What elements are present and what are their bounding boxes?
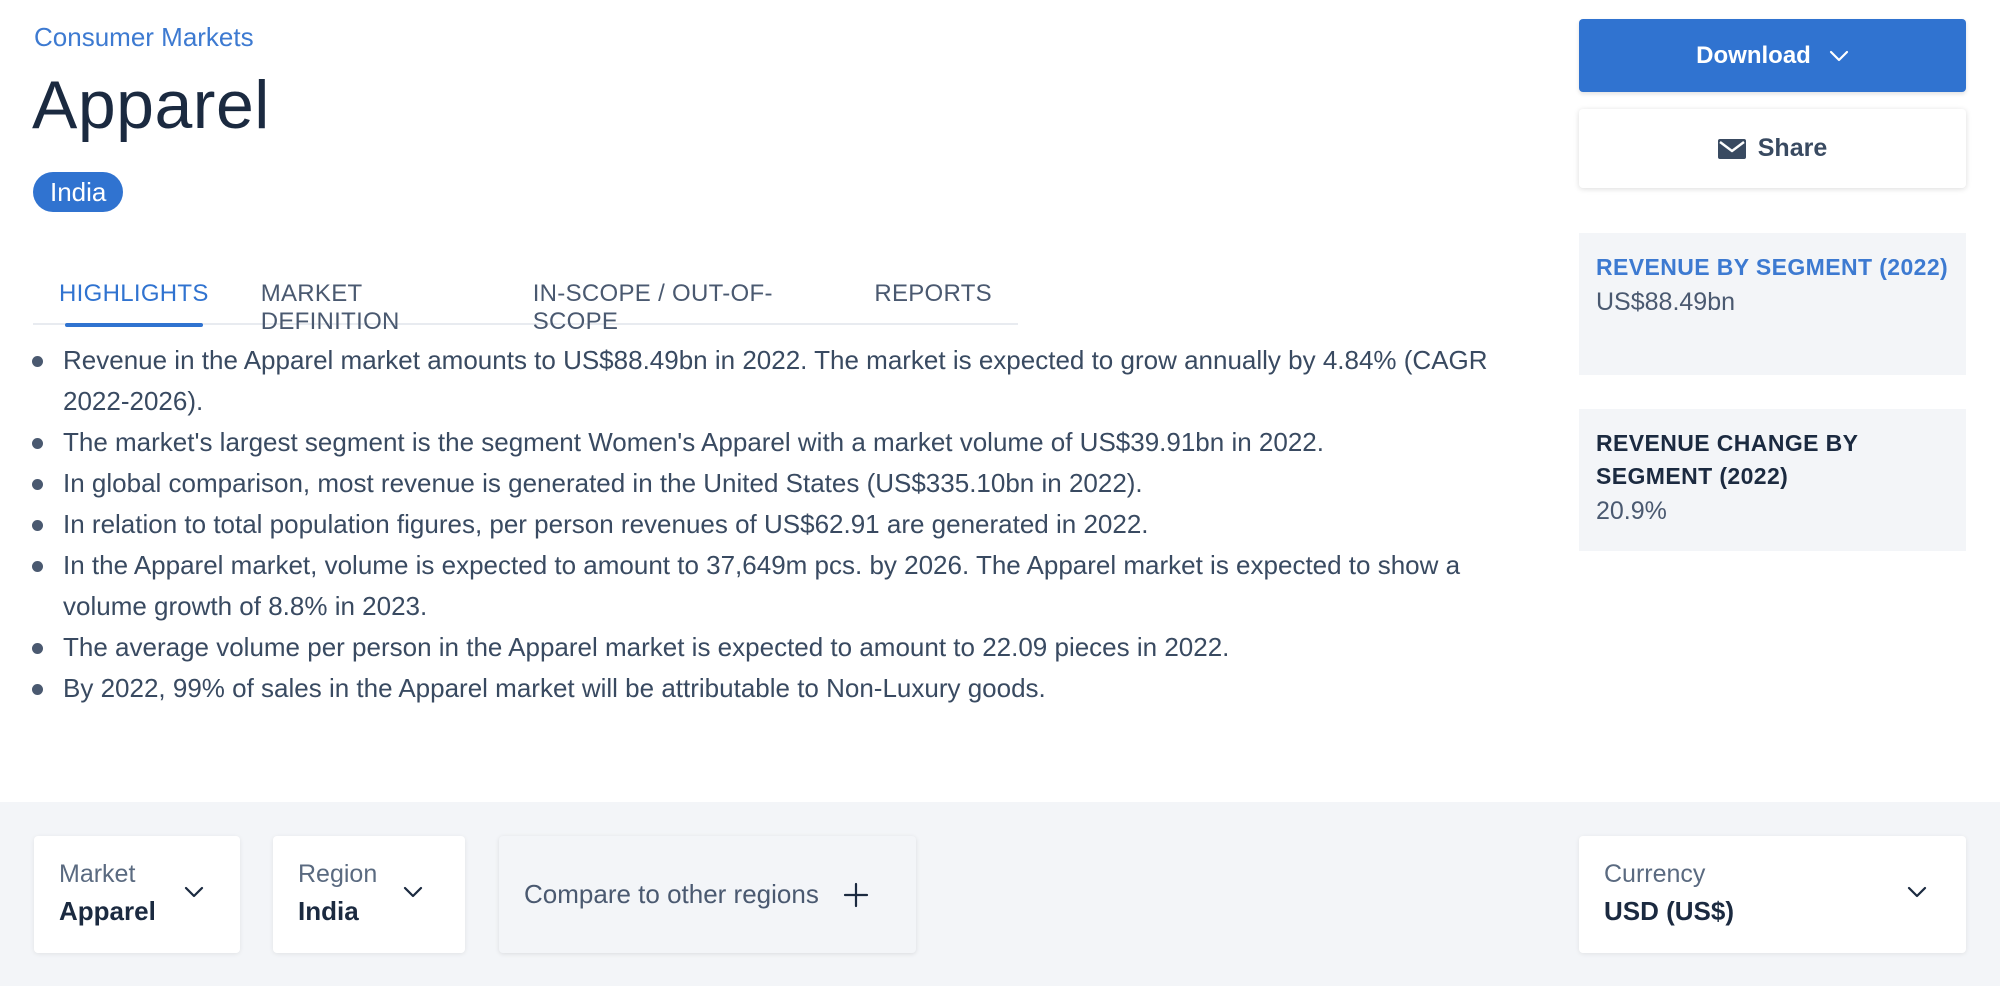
currency-select-label: Currency bbox=[1604, 860, 1706, 888]
tab-reports[interactable]: REPORTS bbox=[848, 268, 1018, 325]
market-select[interactable]: Market Apparel bbox=[34, 836, 240, 953]
tab-bar: HIGHLIGHTS MARKET DEFINITION IN-SCOPE / … bbox=[33, 268, 1018, 335]
currency-select[interactable]: Currency USD (US$) bbox=[1579, 836, 1966, 953]
region-select[interactable]: Region India bbox=[273, 836, 465, 953]
kpi-value: US$88.49bn bbox=[1596, 288, 1736, 316]
kpi-card-revenue-change[interactable]: REVENUE CHANGE BY SEGMENT (2022) 20.9% bbox=[1579, 409, 1966, 551]
currency-select-value: USD (US$) bbox=[1604, 896, 1735, 926]
list-item: By 2022, 99% of sales in the Apparel mar… bbox=[30, 668, 1520, 709]
kpi-label: REVENUE BY SEGMENT (2022) bbox=[1596, 254, 1949, 280]
region-select-value: India bbox=[298, 896, 359, 926]
list-item: In relation to total population figures,… bbox=[30, 504, 1520, 545]
list-item: In global comparison, most revenue is ge… bbox=[30, 463, 1520, 504]
tab-highlights[interactable]: HIGHLIGHTS bbox=[33, 268, 235, 327]
share-button[interactable]: Share bbox=[1579, 109, 1966, 188]
list-item: The market's largest segment is the segm… bbox=[30, 422, 1520, 463]
chevron-down-icon bbox=[403, 886, 423, 898]
kpi-value: 20.9% bbox=[1596, 497, 1667, 525]
list-item: The average volume per person in the App… bbox=[30, 627, 1520, 668]
kpi-label: REVENUE CHANGE BY SEGMENT (2022) bbox=[1596, 430, 1858, 489]
share-label: Share bbox=[1757, 134, 1828, 162]
region-select-label: Region bbox=[298, 860, 378, 888]
download-button[interactable]: Download bbox=[1579, 19, 1966, 92]
list-item: In the Apparel market, volume is expecte… bbox=[30, 545, 1520, 627]
mail-icon bbox=[1717, 138, 1746, 159]
chevron-down-icon bbox=[1907, 886, 1927, 898]
market-select-label: Market bbox=[59, 860, 136, 888]
breadcrumb[interactable]: Consumer Markets bbox=[34, 22, 254, 53]
kpi-card-revenue[interactable]: REVENUE BY SEGMENT (2022) US$88.49bn bbox=[1579, 233, 1966, 375]
compare-regions-button[interactable]: Compare to other regions bbox=[499, 836, 916, 953]
chevron-down-icon bbox=[184, 886, 204, 898]
compare-regions-label: Compare to other regions bbox=[524, 879, 819, 909]
region-badge: India bbox=[33, 172, 124, 212]
plus-icon bbox=[843, 882, 868, 907]
download-label: Download bbox=[1696, 41, 1811, 69]
tab-market-definition[interactable]: MARKET DEFINITION bbox=[235, 268, 507, 335]
list-item: Revenue in the Apparel market amounts to… bbox=[30, 340, 1520, 422]
highlights-list: Revenue in the Apparel market amounts to… bbox=[30, 340, 1520, 709]
page-title: Apparel bbox=[32, 67, 270, 143]
market-select-value: Apparel bbox=[59, 896, 156, 926]
tab-scope[interactable]: IN-SCOPE / OUT-OF-SCOPE bbox=[507, 268, 849, 335]
chevron-down-icon bbox=[1829, 50, 1848, 61]
